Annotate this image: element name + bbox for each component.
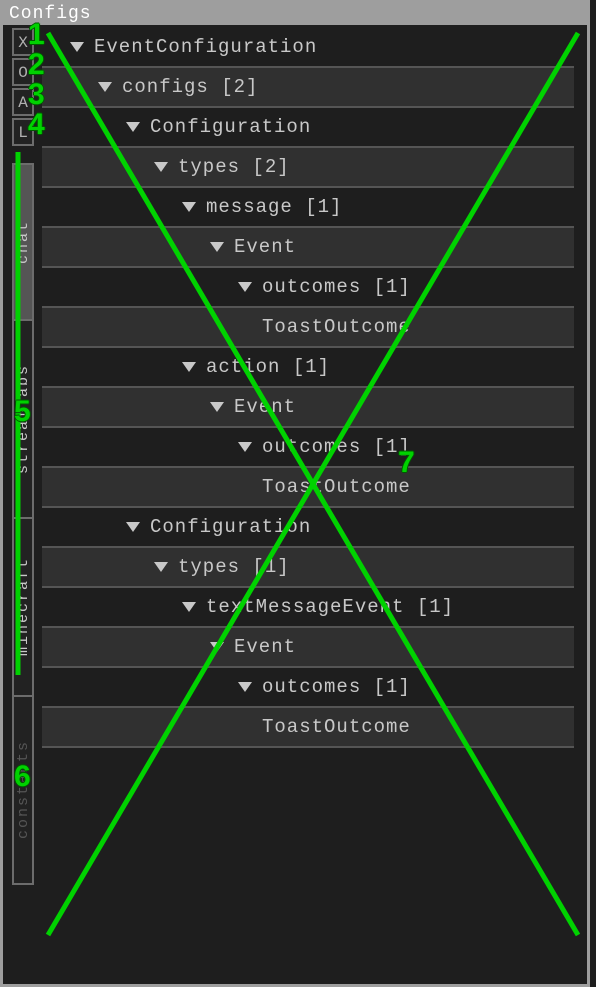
window-body: XOAL chatstreamlabsminecraftconstants Ev… <box>6 28 584 981</box>
tree-row[interactable]: Event <box>42 628 574 668</box>
annotation-number: 6 <box>14 760 31 794</box>
tree-row[interactable]: types [1] <box>42 548 574 588</box>
expand-arrow-icon[interactable] <box>182 362 196 372</box>
tree-label: Event <box>234 396 296 418</box>
expand-arrow-icon[interactable] <box>210 402 224 412</box>
annotation-number: 4 <box>28 108 45 142</box>
annotation-number: 7 <box>398 446 415 480</box>
tree-label: Event <box>234 236 296 258</box>
tree-row[interactable]: Event <box>42 228 574 268</box>
tree-label: ToastOutcome <box>262 316 411 338</box>
tree-row[interactable]: types [2] <box>42 148 574 188</box>
tree-label: Configuration <box>150 516 311 538</box>
sidetab-label: chat <box>15 214 32 270</box>
config-window: Configs XOAL chatstreamlabsminecraftcons… <box>0 0 590 987</box>
expand-arrow-icon[interactable] <box>182 202 196 212</box>
tree-row[interactable]: ToastOutcome <box>42 468 574 508</box>
tree-label: Configuration <box>150 116 311 138</box>
tree-row[interactable]: outcomes [1] <box>42 428 574 468</box>
expand-arrow-icon[interactable] <box>210 642 224 652</box>
window-title: Configs <box>9 4 92 24</box>
annotation-number: 3 <box>28 78 45 112</box>
tree-row[interactable]: message [1] <box>42 188 574 228</box>
sidetab-label: minecraft <box>15 551 32 662</box>
window-titlebar: Configs <box>3 3 587 25</box>
tree-view: EventConfigurationconfigs [2]Configurati… <box>42 28 574 748</box>
tree-label: ToastOutcome <box>262 476 411 498</box>
annotation-number: 2 <box>28 48 45 82</box>
tab-chat[interactable]: chat <box>12 163 34 321</box>
expand-arrow-icon[interactable] <box>126 122 140 132</box>
tree-label: types [1] <box>178 556 290 578</box>
tree-label: outcomes [1] <box>262 676 411 698</box>
expand-arrow-icon[interactable] <box>154 562 168 572</box>
expand-arrow-icon[interactable] <box>126 522 140 532</box>
tab-minecraft[interactable]: minecraft <box>12 519 34 697</box>
tree-row[interactable]: ToastOutcome <box>42 308 574 348</box>
tree-row[interactable]: EventConfiguration <box>42 28 574 68</box>
expand-arrow-icon[interactable] <box>238 682 252 692</box>
tree-label: outcomes [1] <box>262 276 411 298</box>
tree-label: EventConfiguration <box>94 36 317 58</box>
tree-label: configs [2] <box>122 76 258 98</box>
tree-row[interactable]: outcomes [1] <box>42 268 574 308</box>
tree-row[interactable]: Configuration <box>42 508 574 548</box>
tree-label: message [1] <box>206 196 342 218</box>
tree-row[interactable]: textMessageEvent [1] <box>42 588 574 628</box>
tree-row[interactable]: action [1] <box>42 348 574 388</box>
expand-arrow-icon[interactable] <box>238 442 252 452</box>
tree-row[interactable]: outcomes [1] <box>42 668 574 708</box>
tree-label: types [2] <box>178 156 290 178</box>
annotation-number: 1 <box>28 18 45 52</box>
tree-row[interactable]: Configuration <box>42 108 574 148</box>
expand-arrow-icon[interactable] <box>70 42 84 52</box>
expand-arrow-icon[interactable] <box>98 82 112 92</box>
expand-arrow-icon[interactable] <box>210 242 224 252</box>
tree-label: Event <box>234 636 296 658</box>
tree-label: ToastOutcome <box>262 716 411 738</box>
tree-row[interactable]: configs [2] <box>42 68 574 108</box>
tree-label: textMessageEvent [1] <box>206 596 454 618</box>
tree-row[interactable]: Event <box>42 388 574 428</box>
expand-arrow-icon[interactable] <box>238 282 252 292</box>
tree-row[interactable]: ToastOutcome <box>42 708 574 748</box>
tree-label: outcomes [1] <box>262 436 411 458</box>
expand-arrow-icon[interactable] <box>182 602 196 612</box>
annotation-number: 5 <box>14 395 31 429</box>
expand-arrow-icon[interactable] <box>154 162 168 172</box>
tree-label: action [1] <box>206 356 330 378</box>
